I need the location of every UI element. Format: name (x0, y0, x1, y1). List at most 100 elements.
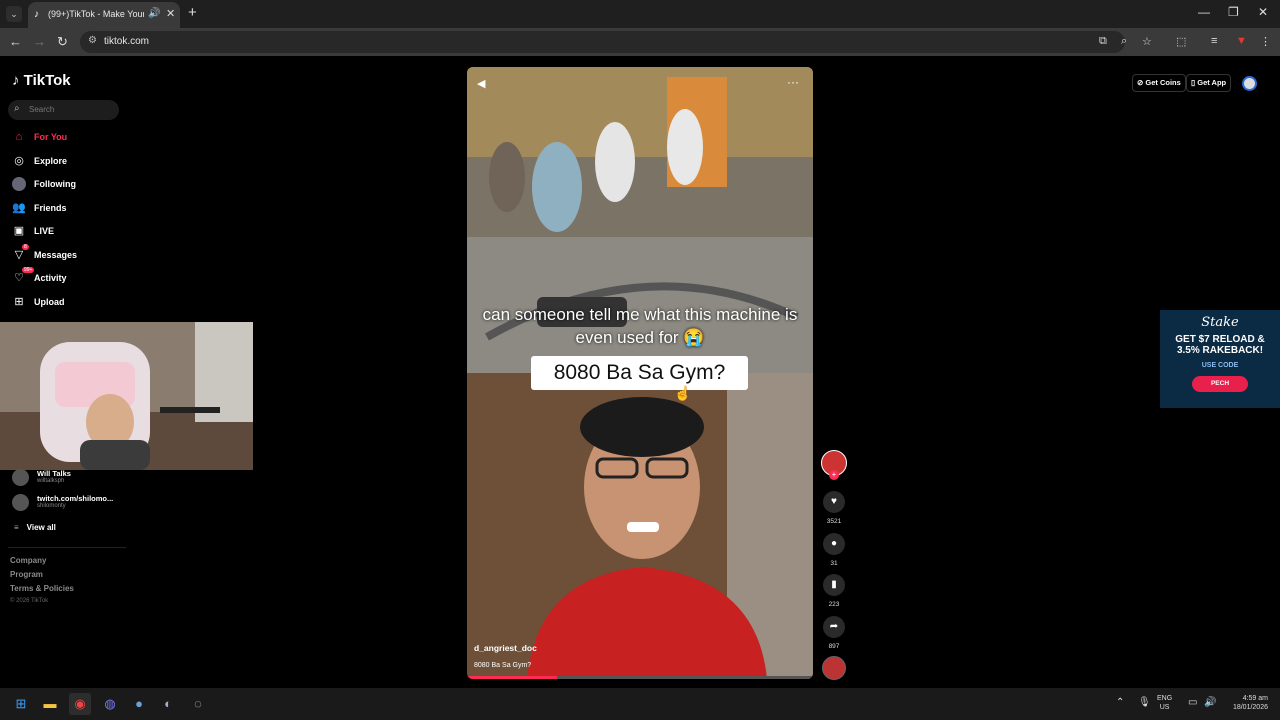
windows-start-icon[interactable]: ⊞ (13, 696, 29, 712)
bookmark-star-icon[interactable]: ☆ (1142, 35, 1152, 48)
footer-program[interactable]: Program (10, 570, 43, 579)
view-all-label: View all (26, 523, 56, 532)
browser-tab[interactable]: ♪ (99+)TikTok - Make Your Day 🔊 ✕ (28, 2, 180, 28)
comment-button[interactable]: ● (823, 533, 845, 555)
sidebar-item-explore[interactable]: ◎ Explore (10, 154, 130, 170)
discord-icon[interactable]: ◍ (102, 696, 118, 712)
compass-icon: ◎ (14, 155, 24, 167)
sidebar-item-following[interactable]: Following (10, 177, 130, 193)
video-player[interactable]: ◀ ··· can someone tell me what this mach… (467, 67, 813, 679)
search-input[interactable]: ⌕ Search (8, 100, 119, 120)
media-icon[interactable]: ≡ (1211, 35, 1217, 47)
site-info-icon[interactable]: ⚙ (88, 35, 97, 46)
new-tab-icon[interactable]: + (188, 4, 197, 21)
sidebar-item-label: Friends (34, 203, 67, 213)
sidebar-item-activity[interactable]: ♡ 99+ Activity (10, 267, 130, 287)
file-explorer-icon[interactable]: ▬ (42, 696, 58, 712)
windows-taskbar: ⊞ ▬ ◉ ◍ ● ◐ ◌ ⌃ 🎙 ENG US ▭ 🔊 4:59 am 18/01… (0, 688, 1280, 720)
activity-icon: ♡ (14, 272, 24, 284)
sidebar-item-messages[interactable]: ▽ 8 Messages (10, 244, 130, 264)
avatar (12, 469, 29, 486)
sidebar-item-live[interactable]: ▣ LIVE (10, 224, 130, 240)
tray-chevron-icon[interactable]: ⌃ (1116, 697, 1124, 708)
avatar (12, 494, 29, 511)
extensions-icon[interactable]: ⬚ (1176, 35, 1186, 48)
sponsor-ad: Stake GET $7 RELOAD & 3.5% RAKEBACK! USE… (1160, 310, 1280, 408)
get-coins-label: Get Coins (1145, 78, 1181, 87)
video-description: 8080 Ba Sa Gym? (474, 662, 532, 669)
sidebar-item-label: Upload (34, 297, 65, 307)
save-button[interactable]: ▮ (823, 574, 845, 596)
volume-icon[interactable]: 🔊 (1204, 697, 1216, 708)
url-text: tiktok.com (104, 36, 150, 47)
window-close-icon[interactable]: ✕ (1258, 5, 1268, 19)
phone-icon: ▯ (1191, 78, 1196, 87)
steam-icon[interactable]: ◐ (160, 696, 176, 712)
view-all-link[interactable]: ≡ View all (14, 523, 56, 532)
follow-plus-icon[interactable]: + (829, 470, 839, 480)
app-icon[interactable]: ● (131, 696, 147, 712)
zoom-icon[interactable]: ⌕ (1121, 35, 1127, 48)
footer-company[interactable]: Company (10, 556, 46, 565)
close-tab-icon[interactable]: ✕ (166, 7, 175, 20)
speaker-icon[interactable]: 🔊 (148, 8, 160, 19)
share-icon: ➦ (829, 621, 839, 632)
sidebar-item-label: Explore (34, 156, 68, 166)
language-indicator[interactable]: ENG US (1157, 694, 1172, 712)
upload-icon: ⊞ (14, 296, 24, 308)
coin-icon: ⊘ (1137, 78, 1144, 87)
tiktok-logo[interactable]: ♪ TikTok (12, 72, 71, 89)
heart-icon: ♥ (831, 496, 837, 507)
address-bar[interactable]: ⚙ tiktok.com (80, 31, 1125, 53)
home-icon: ⌂ (15, 131, 23, 143)
microphone-icon[interactable]: 🎙 (1138, 697, 1151, 708)
copyright: © 2026 TikTok (10, 598, 49, 604)
video-progress-bar[interactable] (467, 676, 813, 679)
get-coins-button[interactable]: ⊘ Get Coins (1132, 74, 1186, 92)
tab-search-icon[interactable]: ⌄ (6, 6, 22, 22)
mute-icon[interactable]: ◀ (477, 77, 485, 90)
restore-icon[interactable]: ❐ (1228, 5, 1239, 19)
reload-icon[interactable]: ↻ (57, 34, 68, 50)
following-icon (12, 177, 26, 191)
menu-icon[interactable]: ⋮ (1260, 35, 1271, 48)
sidebar-item-friends[interactable]: 👥 Friends (10, 201, 130, 217)
obs-icon[interactable]: ◌ (190, 696, 206, 712)
more-options-icon[interactable]: ··· (787, 75, 799, 89)
network-icon[interactable]: ▭ (1188, 697, 1197, 708)
sidebar-item-label: Messages (34, 250, 78, 260)
ad-brand: Stake (1201, 315, 1239, 330)
account-handle: willtalksph (37, 478, 65, 484)
ad-code: PECH (1192, 376, 1248, 392)
share-count: 897 (828, 643, 840, 650)
clock-date: 18/01/2026 (1232, 704, 1268, 711)
minimize-icon[interactable]: — (1198, 5, 1210, 19)
address-toolbar: ← → ↻ ⚙ tiktok.com ⧉ ⌕ ☆ ⬚ ≡ ▼ ⋮ (0, 28, 1280, 56)
search-placeholder: Search (29, 105, 55, 114)
tiktok-favicon-icon: ♪ (34, 9, 39, 20)
clock[interactable]: 4:59 am 18/01/2026 (1224, 694, 1268, 712)
browser-tab-bar: ⌄ ♪ (99+)TikTok - Make Your Day 🔊 ✕ + — … (0, 0, 1280, 28)
like-count: 3521 (826, 518, 842, 525)
bookmark-icon: ▮ (831, 579, 837, 590)
forward-icon[interactable]: → (33, 34, 46, 49)
like-button[interactable]: ♥ (823, 491, 845, 513)
video-username[interactable]: d_angriest_doc (474, 643, 537, 653)
profile-avatar[interactable] (1242, 76, 1257, 91)
get-app-button[interactable]: ▯ Get App (1186, 74, 1232, 92)
comment-count: 31 (830, 560, 838, 567)
progress-fill (467, 676, 557, 679)
sidebar-item-label: For You (34, 132, 68, 142)
share-button[interactable]: ➦ (823, 616, 845, 638)
install-icon[interactable]: ⧉ (1099, 35, 1107, 48)
chrome-icon[interactable]: ◉ (69, 693, 91, 715)
back-icon[interactable]: ← (9, 34, 22, 49)
footer-terms[interactable]: Terms & Policies (10, 584, 74, 593)
account-name: Will Talks (37, 469, 71, 478)
sound-avatar[interactable] (822, 656, 846, 680)
save-count: 223 (828, 601, 840, 608)
sidebar-item-for-you[interactable]: ⌂ For You (10, 130, 130, 146)
extension-icon[interactable]: ▼ (1236, 35, 1247, 47)
sidebar-item-upload[interactable]: ⊞ Upload (10, 295, 130, 311)
logo-text: TikTok (23, 72, 71, 89)
